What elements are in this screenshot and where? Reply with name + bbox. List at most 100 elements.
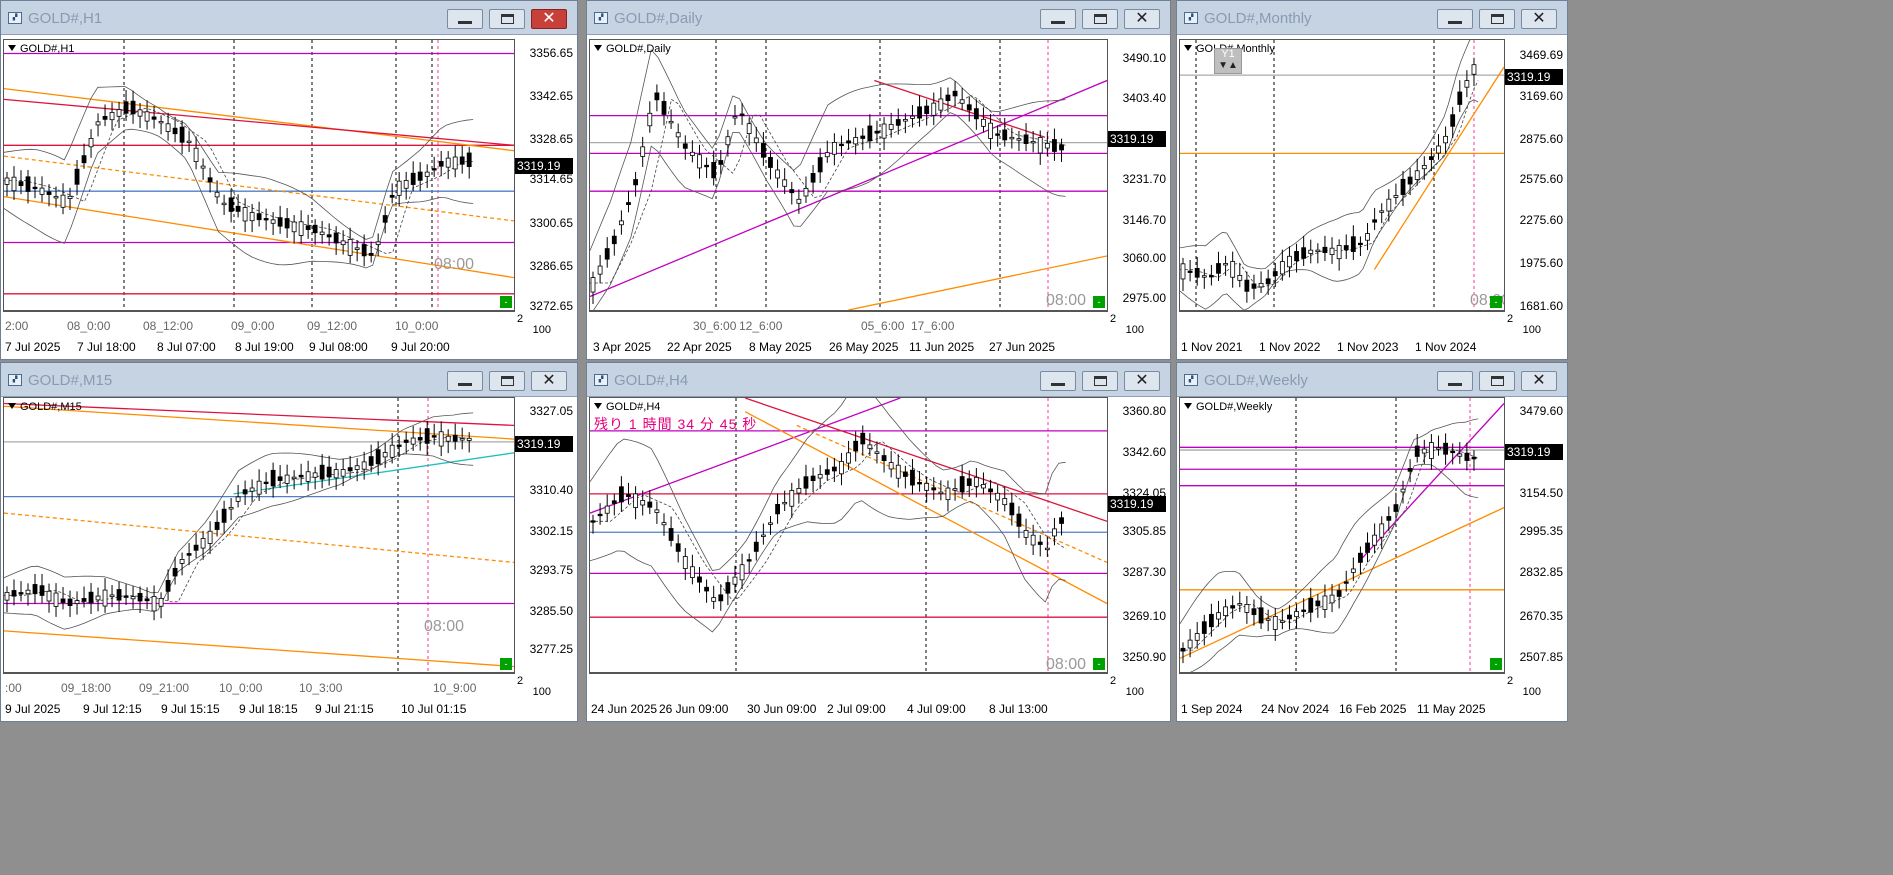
candle-body: [860, 135, 866, 139]
candle-body: [824, 152, 830, 158]
scale-flag-secondary: 100: [532, 324, 551, 336]
time-tick-label: 30 Jun 09:00: [747, 702, 817, 716]
candle-body: [298, 221, 304, 236]
candle-body: [1450, 114, 1456, 127]
window-titlebar[interactable]: ▞ GOLD#,M15 ✕: [1, 363, 577, 397]
maximize-button[interactable]: [1082, 371, 1118, 391]
candle-body: [881, 455, 887, 462]
minimize-icon: [458, 20, 472, 24]
candle-body: [753, 541, 759, 552]
maximize-button[interactable]: [1479, 9, 1515, 29]
price-scale[interactable]: 3360.80 3342.60 3324.05 3305.85 3287.30 3269.…: [1108, 397, 1170, 687]
chart-plot-area[interactable]: GOLD#,Daily 08:00 -: [589, 39, 1108, 311]
close-button[interactable]: ✕: [1521, 9, 1557, 29]
close-button[interactable]: ✕: [531, 371, 567, 391]
trend-line: [233, 452, 514, 495]
window-titlebar[interactable]: ▞ GOLD#,H4 ✕: [587, 363, 1170, 397]
candle-body: [604, 505, 610, 514]
price-scale[interactable]: 3479.60 3319.19 3154.50 2995.35 2832.85 2670.…: [1505, 397, 1567, 687]
price-scale[interactable]: 3469.69 3169.60 2875.60 2575.60 2275.60 1975.…: [1505, 39, 1567, 325]
chart-window-monthly[interactable]: ▞ GOLD#,Monthly ✕ GOLD#,Monthly Y1▼▲ 08:…: [1176, 0, 1568, 360]
symbol-label[interactable]: GOLD#,Daily: [594, 43, 671, 55]
candle-body: [902, 119, 908, 122]
window-titlebar[interactable]: ▞ GOLD#,Monthly ✕: [1177, 1, 1567, 35]
candle-body: [846, 452, 851, 464]
candle-body: [1301, 609, 1307, 612]
candle-body: [1208, 613, 1214, 628]
chart-plot-area[interactable]: GOLD#,H1 08:00 -: [3, 39, 515, 311]
candle-body: [1386, 198, 1392, 212]
close-button[interactable]: ✕: [531, 9, 567, 29]
candle-body: [459, 438, 465, 441]
candle-body: [831, 141, 837, 155]
minimize-button[interactable]: [1437, 371, 1473, 391]
candle-body: [1223, 606, 1228, 617]
window-titlebar[interactable]: ▞ GOLD#,Weekly ✕: [1177, 363, 1567, 397]
candle-body: [368, 456, 374, 466]
price-scale[interactable]: 3327.05 3310.40 3302.15 3293.75 3285.50 3277.…: [515, 397, 577, 687]
time-scale[interactable]: :00 09_18:00 09_21:00 10_0:00 10_3:00 10_9:00…: [3, 673, 551, 721]
window-title: GOLD#,Monthly: [1204, 10, 1312, 27]
chart-window-m15[interactable]: ▞ GOLD#,M15 ✕ GOLD#,M15 08:00 - 3327.05 3…: [0, 362, 578, 722]
minimize-button[interactable]: [1437, 9, 1473, 29]
time-grid-label: 17_6:00: [911, 319, 955, 333]
chart-plot-area[interactable]: GOLD#,M15 08:00 -: [3, 397, 515, 673]
chart-window-h1[interactable]: ▞ GOLD#,H1 ✕ GOLD#,H1 08:00 - 3356.65 334…: [0, 0, 578, 360]
chart-window-weekly[interactable]: ▞ GOLD#,Weekly ✕ GOLD#,Weekly - 3479.60 3…: [1176, 362, 1568, 722]
time-scale[interactable]: 1 Sep 2024 24 Nov 2024 16 Feb 2025 11 May 2…: [1179, 673, 1541, 721]
scale-flag-secondary: 100: [532, 686, 551, 698]
maximize-button[interactable]: [1479, 371, 1515, 391]
time-scale[interactable]: 2:00 08_0:00 08_12:00 09_0:00 09_12:00 10_0:0…: [3, 311, 551, 359]
minimize-button[interactable]: [447, 9, 483, 29]
chart-plot-area[interactable]: GOLD#,Weekly -: [1179, 397, 1505, 673]
close-button[interactable]: ✕: [1521, 371, 1557, 391]
candle-body: [640, 500, 646, 506]
symbol-label[interactable]: GOLD#,M15: [8, 401, 82, 413]
price-tick-label: 3146.70: [1122, 212, 1166, 227]
candle-body: [1023, 134, 1029, 145]
minimize-button[interactable]: [447, 371, 483, 391]
maximize-button[interactable]: [489, 9, 525, 29]
scale-flag-secondary: 100: [1125, 686, 1144, 698]
minimize-button[interactable]: [1040, 371, 1076, 391]
candle-body: [959, 99, 965, 104]
chart-plot-area[interactable]: GOLD#,H4 残り 1 時間 34 分 45 秒 08:00 -: [589, 397, 1108, 673]
price-tick-label: 3314.65: [529, 172, 573, 187]
candle-body: [867, 444, 873, 449]
up-down-arrows-icon[interactable]: ▼▲: [1215, 60, 1241, 72]
price-plot: [1180, 398, 1504, 672]
maximize-button[interactable]: [489, 371, 525, 391]
chart-window-h4[interactable]: ▞ GOLD#,H4 ✕ GOLD#,H4 残り 1 時間 34 分 45 秒 …: [586, 362, 1171, 722]
symbol-label[interactable]: GOLD#,Weekly: [1184, 401, 1272, 413]
candle-body: [445, 435, 451, 442]
time-scale[interactable]: 30_6:00 12_6:00 05_6:00 17_6:00 3 Apr 2025 22…: [589, 311, 1144, 359]
y1-period-badge[interactable]: Y1 ▼▲: [1214, 48, 1242, 74]
close-button[interactable]: ✕: [1124, 371, 1160, 391]
time-grid-label: 30_6:00: [693, 319, 737, 333]
symbol-label[interactable]: GOLD#,H4: [594, 401, 660, 413]
candle-body: [1436, 447, 1441, 450]
close-icon: ✕: [542, 10, 556, 27]
minimize-button[interactable]: [1040, 9, 1076, 29]
candle-body: [452, 434, 458, 442]
time-scale[interactable]: 1 Nov 2021 1 Nov 2022 1 Nov 2023 1 Nov 2024…: [1179, 311, 1541, 359]
price-scale[interactable]: 3490.10 3403.40 3319.19 3231.70 3146.70 3060.…: [1108, 39, 1170, 325]
maximize-button[interactable]: [1082, 9, 1118, 29]
window-titlebar[interactable]: ▞ GOLD#,H1 ✕: [1, 1, 577, 35]
bollinger-band: [590, 500, 1066, 633]
candle-body: [796, 198, 802, 204]
candle-body: [151, 116, 157, 120]
session-time-marker: 08:00: [424, 618, 465, 635]
candle-body: [1358, 242, 1363, 246]
price-scale[interactable]: 3356.65 3342.65 3328.65 3314.65 3300.65 3286.…: [515, 39, 577, 325]
candle-body: [179, 559, 185, 564]
symbol-label[interactable]: GOLD#,H1: [8, 43, 74, 55]
chart-plot-area[interactable]: GOLD#,Monthly Y1▼▲ 08:00 -: [1179, 39, 1505, 311]
close-button[interactable]: ✕: [1124, 9, 1160, 29]
candle-body: [1216, 263, 1221, 274]
candle-body: [661, 522, 667, 526]
chart-window-daily[interactable]: ▞ GOLD#,Daily ✕ GOLD#,Daily 08:00 - 3490…: [586, 0, 1171, 360]
window-titlebar[interactable]: ▞ GOLD#,Daily ✕: [587, 1, 1170, 35]
candle-body: [172, 567, 178, 577]
time-scale[interactable]: 24 Jun 2025 26 Jun 09:00 30 Jun 09:00 2 Jul…: [589, 673, 1144, 721]
